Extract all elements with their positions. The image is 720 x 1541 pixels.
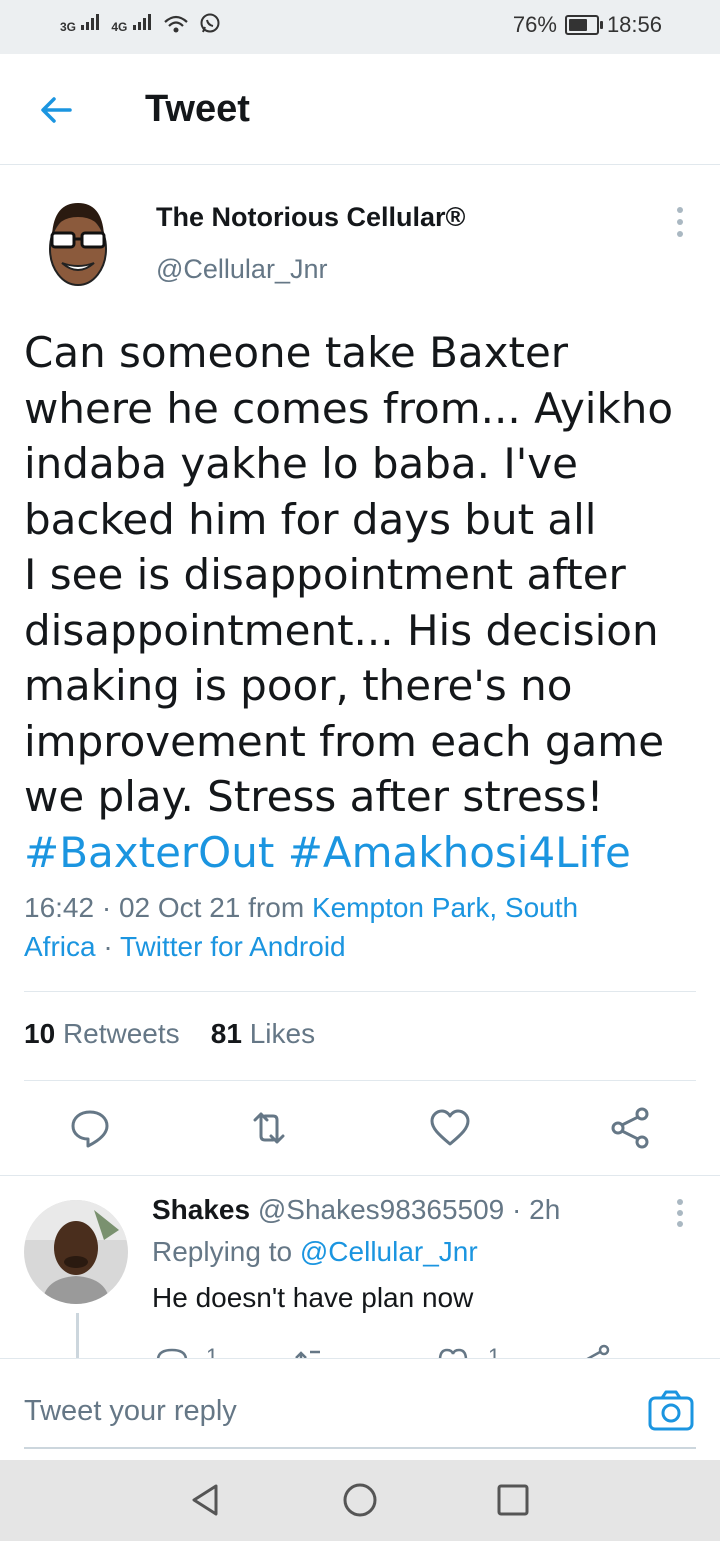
tweet-time: 16:42	[24, 892, 95, 923]
tweet-line: where he comes from... Ayikho	[24, 383, 674, 433]
location-line1[interactable]: Kempton Park, South	[312, 892, 578, 923]
status-right: 76% 18:56	[513, 12, 662, 38]
signal-indicators: 3G 4G	[60, 12, 221, 34]
tweet-line: making is poor, there's no	[24, 661, 573, 710]
battery-fill	[568, 19, 587, 31]
whatsapp-icon	[200, 13, 220, 33]
reply-icon[interactable]	[68, 1106, 112, 1150]
reply-input[interactable]: Tweet your reply	[24, 1395, 237, 1428]
hashtag-link[interactable]: #Amakhosi4Life	[288, 828, 631, 877]
tweet-line: we play. Stress after stress!	[24, 772, 604, 821]
share-icon[interactable]	[578, 1344, 612, 1358]
reply-icon[interactable]	[155, 1346, 189, 1358]
hashtag-link[interactable]: #BaxterOut	[24, 828, 274, 877]
tweet-line: indaba yakhe lo baba. I've	[24, 439, 578, 488]
reply-author-name[interactable]: Shakes	[152, 1194, 250, 1225]
reply-author-handle[interactable]: @Shakes98365509	[258, 1194, 504, 1225]
replying-to: Replying to @Cellular_Jnr	[152, 1236, 478, 1268]
clock: 18:56	[606, 12, 662, 37]
tweet-line: Can someone take Baxter	[24, 328, 569, 377]
network-4g-label: 4G	[111, 20, 128, 34]
more-options-icon[interactable]	[670, 205, 690, 239]
share-icon[interactable]	[608, 1106, 652, 1150]
page-title: Tweet	[145, 88, 250, 130]
camera-icon[interactable]	[648, 1389, 694, 1431]
location-line2[interactable]: Africa	[24, 931, 96, 962]
retweets-stat[interactable]: 10 Retweets	[24, 1018, 180, 1049]
signal-bars-icon	[81, 14, 100, 30]
network-3g-label: 3G	[60, 20, 77, 34]
tweet-line: I see is disappointment after	[24, 550, 626, 599]
back-arrow-icon[interactable]	[36, 90, 76, 130]
engagement-stats: 10 Retweets 81 Likes	[24, 1018, 315, 1050]
tweet-line: improvement from each game	[24, 716, 665, 766]
signal-bars-icon	[132, 14, 151, 30]
likes-label[interactable]: Likes	[250, 1018, 315, 1049]
reply-text: He doesn't have plan now	[152, 1282, 474, 1313]
author-handle[interactable]: @Cellular_Jnr	[156, 254, 327, 285]
reply-count: 1	[206, 1344, 219, 1358]
tweet-line: disappointment... His decision	[24, 605, 659, 655]
like-heart-icon[interactable]	[428, 1106, 472, 1150]
reply-actions: 1 1	[0, 1340, 720, 1358]
likes-stat[interactable]: 81 Likes	[211, 1018, 315, 1049]
tweet-meta: 16:42 · 02 Oct 21 from Kempton Park, Sou…	[24, 892, 579, 962]
hashtag-line: #BaxterOut #Amakhosi4Life	[24, 825, 704, 881]
from-label: from	[248, 892, 305, 923]
reply-more-options-icon[interactable]	[670, 1198, 690, 1228]
divider	[24, 1080, 696, 1081]
nav-back-icon[interactable]	[186, 1480, 226, 1520]
nav-home-icon[interactable]	[340, 1480, 380, 1520]
signal-4g: 4G	[111, 13, 152, 34]
author-name[interactable]: The Notorious Cellular®	[156, 202, 465, 233]
divider	[0, 1175, 720, 1176]
retweet-icon[interactable]	[292, 1346, 326, 1358]
retweets-label[interactable]: Retweets	[63, 1018, 180, 1049]
retweets-count[interactable]: 10	[24, 1018, 55, 1049]
reply-avatar[interactable]	[24, 1200, 128, 1304]
wifi-icon	[163, 15, 188, 33]
reply-composer[interactable]: Tweet your reply	[0, 1358, 720, 1459]
likes-count[interactable]: 81	[211, 1018, 242, 1049]
reply-age: 2h	[529, 1194, 561, 1225]
battery-icon	[564, 15, 603, 35]
system-nav-bar	[0, 1460, 720, 1541]
tweet-date: 02 Oct 21	[118, 892, 241, 923]
tweet-text: Can someone take Baxter where he comes f…	[24, 325, 704, 880]
replying-handle-link[interactable]: @Cellular_Jnr	[300, 1236, 478, 1267]
like-heart-icon[interactable]	[436, 1346, 470, 1358]
top-app-bar: Tweet	[0, 54, 720, 165]
battery-percent: 76%	[512, 12, 557, 37]
tweet-line: backed him for days but all	[24, 494, 597, 544]
reply-header: Shakes @Shakes98365509 · 2h	[152, 1194, 560, 1226]
author-avatar[interactable]	[40, 195, 116, 291]
replying-label: Replying to	[152, 1236, 293, 1267]
client-link[interactable]: Twitter for Android	[120, 931, 346, 962]
like-count: 1	[488, 1344, 501, 1358]
signal-3g: 3G	[60, 13, 101, 34]
input-underline	[24, 1447, 696, 1449]
nav-recents-icon[interactable]	[493, 1480, 533, 1520]
divider	[24, 991, 696, 992]
status-bar: 3G 4G 76% 18:56	[0, 0, 720, 54]
retweet-icon[interactable]	[247, 1106, 291, 1150]
separator-dot: ·	[512, 1194, 522, 1225]
